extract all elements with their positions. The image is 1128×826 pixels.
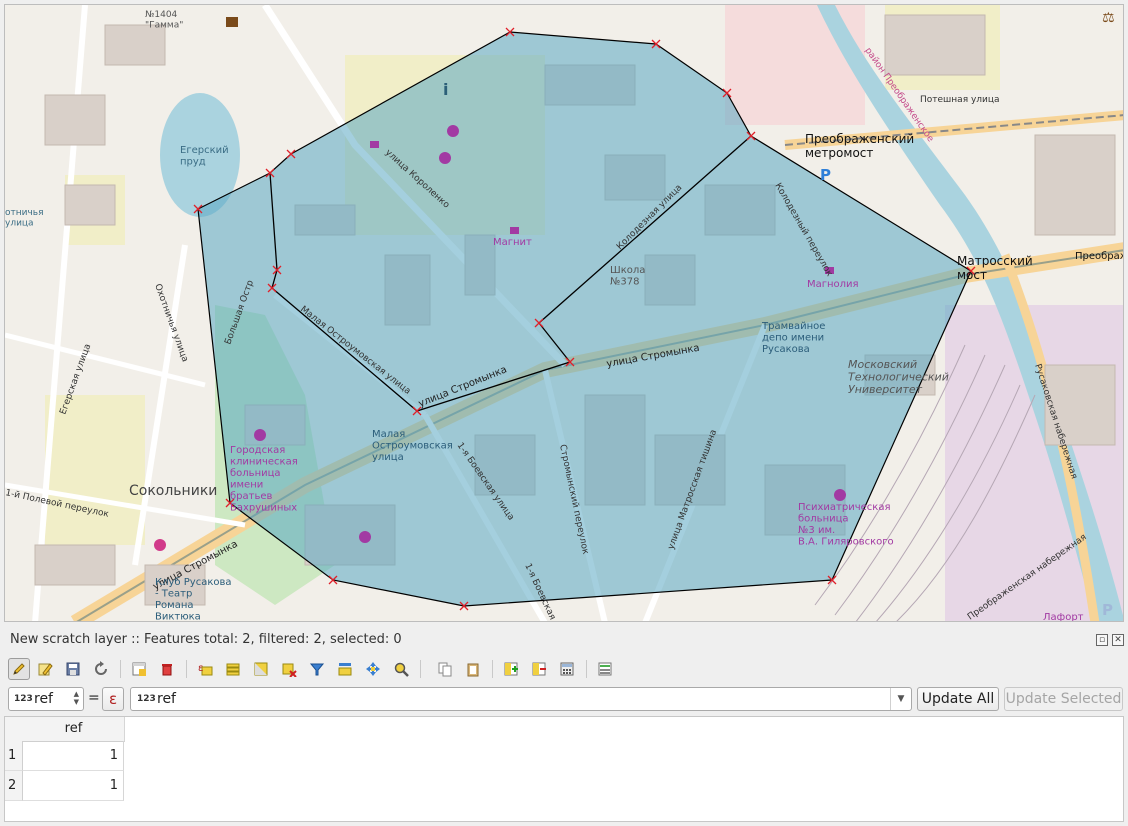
pan-to-selected-button[interactable] xyxy=(362,658,384,680)
copy-selected-button[interactable] xyxy=(434,658,456,680)
move-selection-top-button[interactable] xyxy=(334,658,356,680)
field-calculator-button[interactable] xyxy=(556,658,578,680)
integer-type-icon: 123 xyxy=(14,694,33,704)
toolbar-separator xyxy=(120,660,121,678)
column-header-ref[interactable]: ref xyxy=(23,717,125,742)
field-calculator-bar: 123 ref ▲ ▼ = ε 123 ref ▼ Update All Upda… xyxy=(4,686,1124,714)
museum-icon xyxy=(226,17,238,27)
table-cell[interactable]: 1 xyxy=(23,741,124,771)
theatre-icon xyxy=(154,539,166,551)
landuse-2 xyxy=(45,395,145,545)
map-label-potesh: Потешная улица xyxy=(920,95,1000,105)
expression-input[interactable]: 123 ref ▼ xyxy=(130,687,912,711)
map-label-sokolniki: Сокольники xyxy=(129,483,217,499)
conditional-format-icon xyxy=(598,662,612,676)
reload-icon xyxy=(95,661,107,675)
spinner-arrows-icon: ▲ ▼ xyxy=(73,690,79,706)
toolbar-separator xyxy=(586,660,587,678)
new-field-icon xyxy=(504,662,518,676)
zoom-to-selected-button[interactable] xyxy=(390,658,412,680)
expression-select-icon: ε xyxy=(198,663,213,676)
hospital-icon xyxy=(439,152,451,164)
attribute-table-titlebar: New scratch layer :: Features total: 2, … xyxy=(0,628,1128,652)
paste-features-button[interactable] xyxy=(462,658,484,680)
save-edits-button[interactable] xyxy=(62,658,84,680)
table-corner[interactable] xyxy=(5,717,24,742)
multi-edit-button[interactable] xyxy=(34,658,56,680)
delete-field-button[interactable] xyxy=(528,658,550,680)
toolbar-separator xyxy=(186,660,187,678)
close-icon[interactable]: ✕ xyxy=(1112,634,1124,646)
update-selected-button[interactable]: Update Selected xyxy=(1004,687,1123,711)
map-label-preobr-right: Преображ xyxy=(1075,251,1124,262)
reload-button[interactable] xyxy=(90,658,112,680)
equals-label: = xyxy=(88,690,100,706)
expression-builder-button[interactable]: ε xyxy=(102,687,124,711)
hospital-icon xyxy=(447,125,459,137)
filter-icon xyxy=(309,663,325,676)
attribute-table: ref 1 1 2 1 xyxy=(4,716,1124,822)
trash-icon xyxy=(162,664,172,676)
epsilon-icon: ε xyxy=(108,690,118,708)
expression-value: ref xyxy=(157,691,176,707)
float-icon[interactable]: ▫ xyxy=(1096,634,1108,646)
hospital-icon xyxy=(834,489,846,501)
row-header[interactable]: 1 xyxy=(5,741,23,771)
map-label-magnolia: Магнолия xyxy=(807,279,859,290)
info-icon: i xyxy=(443,80,448,99)
hospital-icon xyxy=(359,531,371,543)
svg-text:ε: ε xyxy=(198,663,203,674)
delete-field-icon xyxy=(532,662,546,676)
chevron-down-icon[interactable]: ▼ xyxy=(890,688,911,710)
invert-selection-icon xyxy=(254,662,268,676)
add-feature-icon xyxy=(132,662,146,676)
toggle-editing-button[interactable] xyxy=(8,658,30,680)
pencil-icon xyxy=(13,663,25,675)
save-icon xyxy=(66,662,80,676)
map-label-lafort: Лафорт xyxy=(1043,612,1084,622)
map-label-magnit: Магнит xyxy=(493,237,532,248)
add-feature-button[interactable] xyxy=(128,658,150,680)
toolbar-separator xyxy=(420,660,421,678)
parking-icon: P xyxy=(820,166,831,184)
table-cell[interactable]: 1 xyxy=(23,771,124,801)
paste-icon xyxy=(467,663,479,677)
conditional-formatting-button[interactable] xyxy=(594,658,616,680)
update-all-button[interactable]: Update All xyxy=(917,687,999,711)
copy-icon xyxy=(438,662,452,677)
field-select-value: ref xyxy=(34,691,53,707)
integer-type-icon: 123 xyxy=(137,694,156,704)
filter-select-button[interactable] xyxy=(306,658,328,680)
row-header[interactable]: 2 xyxy=(5,771,23,801)
select-all-icon xyxy=(226,663,240,676)
map-svg: i P P ⚖ №1404 "Гамма" Егерский пруд улица … xyxy=(5,5,1124,622)
toolbar-separator xyxy=(492,660,493,678)
pan-icon xyxy=(366,662,380,676)
attribute-table-title: New scratch layer :: Features total: 2, … xyxy=(10,632,402,647)
shop-icon xyxy=(510,227,519,234)
select-by-expression-button[interactable]: ε xyxy=(194,658,216,680)
deselect-all-button[interactable] xyxy=(278,658,300,680)
move-top-icon xyxy=(338,663,352,676)
hospital-icon xyxy=(254,429,266,441)
invert-selection-button[interactable] xyxy=(250,658,272,680)
calculator-icon xyxy=(560,662,574,676)
field-select[interactable]: 123 ref ▲ ▼ xyxy=(8,687,84,711)
delete-selected-button[interactable] xyxy=(156,658,178,680)
multi-edit-icon xyxy=(38,663,53,676)
zoom-icon xyxy=(394,662,409,677)
map-canvas[interactable]: i P P ⚖ №1404 "Гамма" Егерский пруд улица … xyxy=(4,4,1124,622)
court-icon: ⚖ xyxy=(1102,10,1115,26)
shop-icon xyxy=(370,141,379,148)
attribute-table-toolbar: ε xyxy=(4,656,1124,682)
select-all-button[interactable] xyxy=(222,658,244,680)
deselect-icon xyxy=(282,663,297,677)
new-field-button[interactable] xyxy=(500,658,522,680)
parking-icon: P xyxy=(1102,601,1113,619)
